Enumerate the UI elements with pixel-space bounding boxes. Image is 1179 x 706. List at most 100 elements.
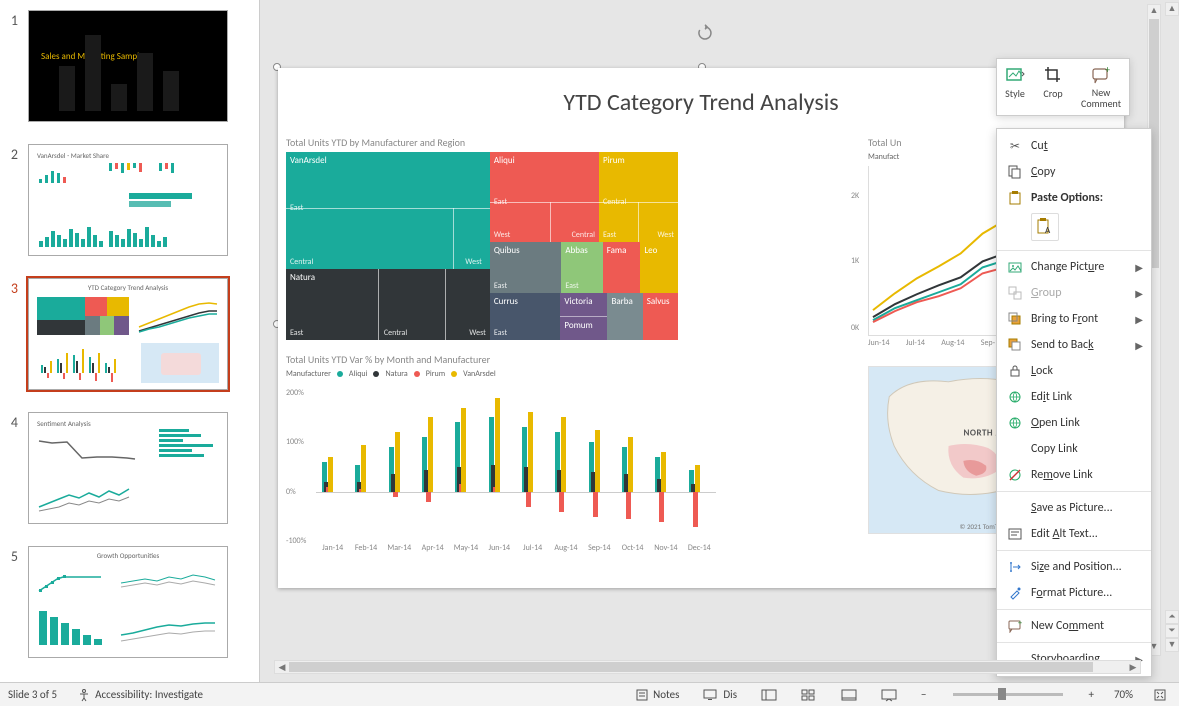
thumbnail-number: 3 [6,278,18,390]
reading-view-icon [841,688,857,702]
scroll-up-arrow-icon[interactable]: ▲ [1165,2,1179,16]
treemap-chart: Total Units YTD by Manufacturer and Regi… [286,136,678,336]
display-settings-button[interactable]: Dis [699,686,741,704]
slide-thumbnails-panel[interactable]: 1 Sales and Marketing Sample [0,0,260,682]
menu-edit-alt-text[interactable]: Edit Alt Text... [997,521,1151,547]
notes-button[interactable]: Notes [631,686,683,704]
notes-icon [635,688,649,702]
display-icon [703,688,719,702]
menu-format-picture[interactable]: Format Picture... [997,580,1151,606]
chart-legend: Manufacturer Aliqui Natura Pirum VanArsd… [286,369,716,379]
thumbnail-title: VanArsdel - Market Share [37,151,109,160]
size-position-icon [1007,559,1023,575]
menu-cut[interactable]: ✂Cut [997,133,1151,159]
thumbnail-number: 1 [6,10,18,122]
next-slide-icon[interactable]: ⏷ [1165,624,1179,638]
canvas-horizontal-scrollbar[interactable]: ◀ ▶ [274,660,1141,674]
paste-keep-formatting-button[interactable]: A [1031,213,1059,241]
thumbnail-slide-3[interactable]: 3 YTD Category Trend Analysis [6,278,253,390]
menu-change-picture[interactable]: Change Picture▶ [997,254,1151,280]
menu-send-to-back[interactable]: Send to Back▶ [997,332,1151,358]
menu-lock[interactable]: Lock [997,358,1151,384]
comment-plus-icon: + [1007,618,1023,634]
open-link-icon [1007,415,1023,431]
thumbnail-slide-5[interactable]: 5 Growth Opportunities [6,546,253,658]
normal-view-icon [761,688,777,702]
svg-text:A: A [1045,225,1051,236]
new-comment-button[interactable]: + New Comment [1077,63,1125,111]
picture-mini-toolbar: Style Crop + New Comment [996,58,1130,116]
rotate-handle-icon[interactable] [696,24,714,42]
group-icon [1007,285,1023,301]
slideshow-icon [881,688,897,702]
menu-save-as-picture[interactable]: Save as Picture... [997,495,1151,521]
scissors-icon: ✂ [1007,138,1023,154]
thumbnail-title: Growth Opportunities [29,551,227,560]
zoom-out-button[interactable]: − [917,686,930,703]
thumbnail-slide-1[interactable]: 1 Sales and Marketing Sample [6,10,253,122]
menu-copy[interactable]: Copy [997,159,1151,185]
svg-text:+: + [1105,65,1110,76]
zoom-slider[interactable] [953,693,1063,696]
thumbnail-slide-2[interactable]: 2 VanArsdel - Market Share [6,144,253,256]
menu-copy-link[interactable]: Copy Link [997,436,1151,462]
fit-window-icon [1153,688,1167,702]
normal-view-button[interactable] [757,686,781,704]
style-button[interactable]: Style [1001,63,1029,111]
comment-plus-icon: + [1091,65,1111,85]
menu-open-link[interactable]: Open Link [997,410,1151,436]
crop-icon [1043,65,1063,85]
submenu-arrow-icon: ▶ [1135,287,1143,300]
picture-style-icon [1005,65,1025,85]
accessibility-checker-button[interactable]: Accessibility: Investigate [73,686,207,704]
prev-slide-icon[interactable]: ⏶ [1165,610,1179,624]
menu-paste-options-header: Paste Options: [997,185,1151,211]
bring-front-icon [1007,311,1023,327]
link-icon [1007,389,1023,405]
reading-view-button[interactable] [837,686,861,704]
submenu-arrow-icon: ▶ [1135,339,1143,352]
alt-text-icon [1007,526,1023,542]
thumbnail-title: Sentiment Analysis [37,419,91,428]
scroll-right-arrow-icon[interactable]: ▶ [1126,662,1140,673]
menu-group: Group▶ [997,280,1151,306]
scroll-down-arrow-icon[interactable]: ▼ [1165,638,1179,652]
status-bar: Slide 3 of 5 Accessibility: Investigate … [0,682,1179,706]
chart-title: Total Units YTD by Manufacturer and Regi… [286,136,678,149]
menu-bring-to-front[interactable]: Bring to Front▶ [997,306,1151,332]
fit-to-window-button[interactable] [1149,686,1171,704]
submenu-arrow-icon: ▶ [1135,313,1143,326]
thumbnail-slide-4[interactable]: 4 Sentiment Analysis [6,412,253,524]
thumbnail-number: 5 [6,546,18,658]
clipboard-icon [1007,190,1023,206]
thumbnail-number: 2 [6,144,18,256]
thumbnail-number: 4 [6,412,18,524]
remove-link-icon [1007,467,1023,483]
crop-button[interactable]: Crop [1039,63,1067,111]
zoom-level[interactable]: 70% [1114,688,1133,701]
context-menu: ✂Cut Copy Paste Options: A Change Pictur… [996,128,1152,677]
send-back-icon [1007,337,1023,353]
scroll-up-arrow-icon[interactable]: ▲ [1148,5,1160,19]
zoom-in-button[interactable]: + [1085,686,1098,703]
slide-counter: Slide 3 of 5 [8,688,57,701]
scroll-left-arrow-icon[interactable]: ◀ [275,662,289,673]
slideshow-button[interactable] [877,686,901,704]
slide-sorter-button[interactable] [797,686,821,704]
bar-chart: Total Units YTD Var % by Month and Manuf… [286,353,716,563]
accessibility-icon [77,688,91,702]
menu-size-position[interactable]: Size and Position... [997,554,1151,580]
sorter-icon [801,688,817,702]
lock-icon [1007,363,1023,379]
submenu-arrow-icon: ▶ [1135,261,1143,274]
menu-edit-link[interactable]: Edit Link [997,384,1151,410]
chart-title: Total Units YTD Var % by Month and Manuf… [286,353,716,366]
thumbnail-title: YTD Category Trend Analysis [29,283,227,292]
change-picture-icon [1007,259,1023,275]
copy-icon [1007,164,1023,180]
format-picture-icon [1007,585,1023,601]
slide-canvas[interactable]: ▲ ▼ YTD Category Trend Analysis Total Un… [260,0,1163,682]
svg-text:+: + [1018,619,1022,628]
menu-new-comment[interactable]: +New Comment [997,613,1151,639]
menu-remove-link[interactable]: Remove Link [997,462,1151,488]
